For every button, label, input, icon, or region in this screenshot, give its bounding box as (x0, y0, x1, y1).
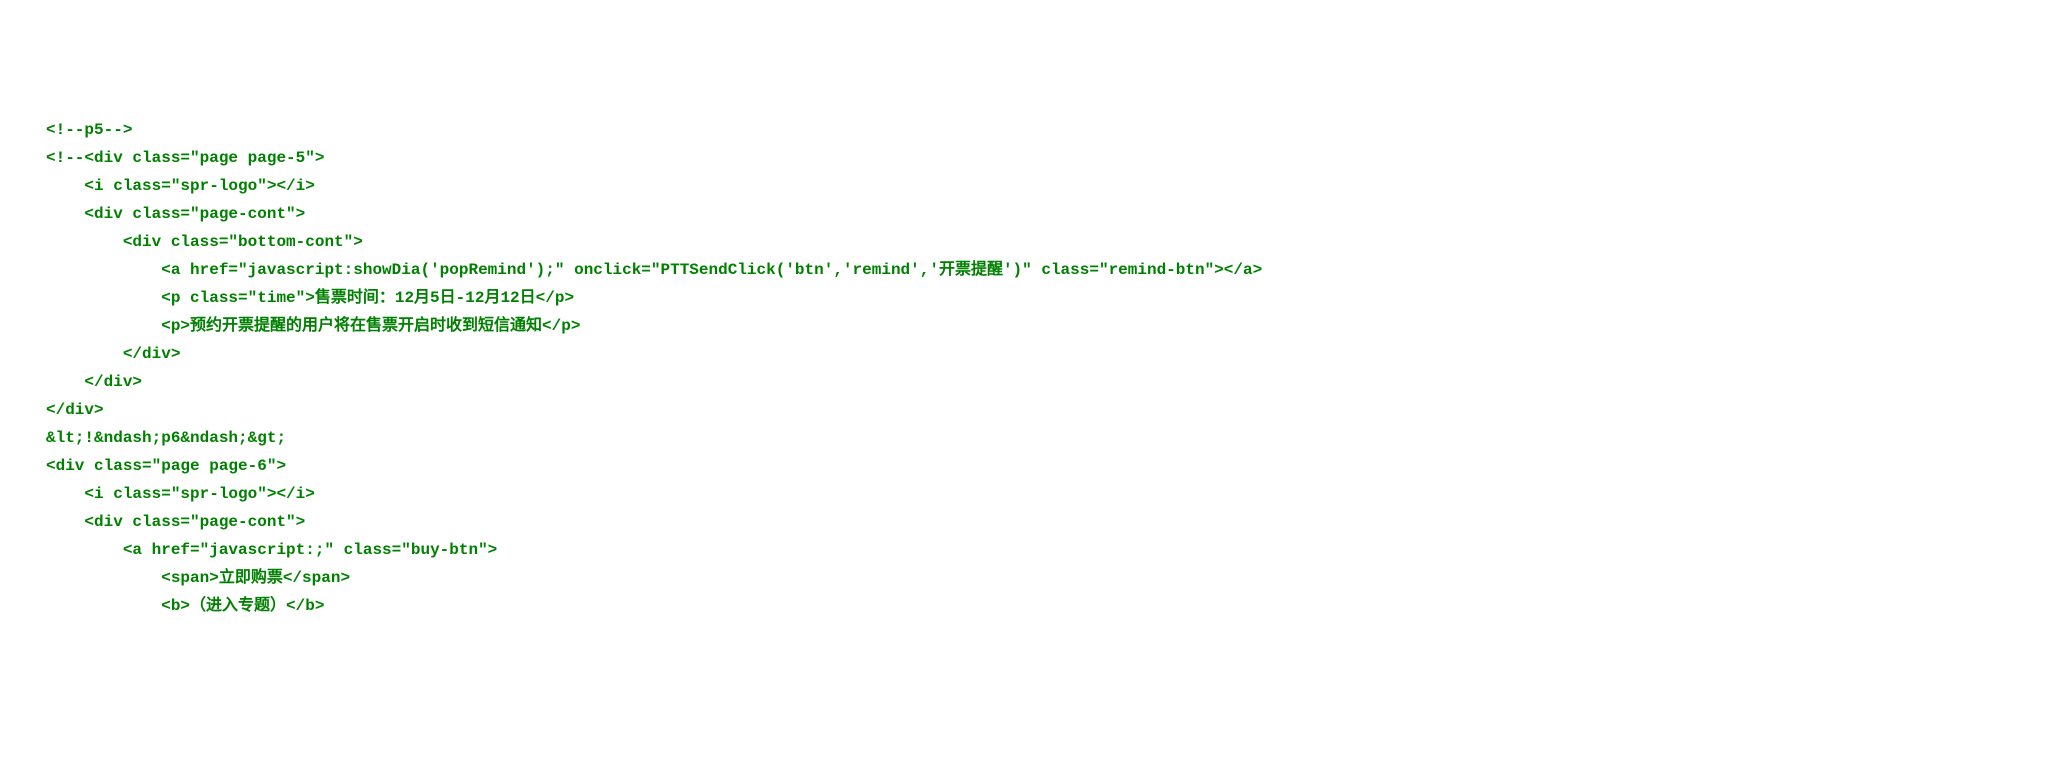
code-line: <p class="time">售票时间：12月5日-12月12日</p> (46, 284, 2052, 312)
code-line: <!--p5--> (46, 116, 2052, 144)
code-line: <div class="page page-6"> (46, 452, 2052, 480)
code-line: </div> (46, 368, 2052, 396)
code-line: </div> (46, 396, 2052, 424)
code-line: &lt;!&ndash;p6&ndash;&gt; (46, 424, 2052, 452)
code-line: <i class="spr-logo"></i> (46, 480, 2052, 508)
code-line: <div class="page-cont"> (46, 200, 2052, 228)
code-line: <span>立即购票</span> (46, 564, 2052, 592)
code-block: <!--p5--><!--<div class="page page-5"> <… (0, 112, 2052, 624)
code-line: </div> (46, 340, 2052, 368)
code-line: <!--<div class="page page-5"> (46, 144, 2052, 172)
code-line: <i class="spr-logo"></i> (46, 172, 2052, 200)
code-line: <a href="javascript:showDia('popRemind')… (46, 256, 2052, 284)
code-line: <p>预约开票提醒的用户将在售票开启时收到短信通知</p> (46, 312, 2052, 340)
code-line: <b>（进入专题）</b> (46, 592, 2052, 620)
code-line: <a href="javascript:;" class="buy-btn"> (46, 536, 2052, 564)
code-line: <div class="bottom-cont"> (46, 228, 2052, 256)
code-line: <div class="page-cont"> (46, 508, 2052, 536)
